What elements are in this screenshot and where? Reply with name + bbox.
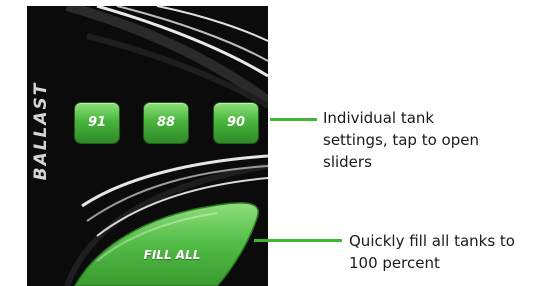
fill-callout-line-2: 100 percent <box>349 254 440 272</box>
fill-callout-leader <box>254 239 342 242</box>
annotated-screenshot: BALLAST 91 88 90 FILL ALL Individual tan… <box>0 0 538 286</box>
fill-all-callout: Quickly fill all tanks to 100 percent <box>349 230 538 274</box>
fill-all-label[interactable]: FILL ALL <box>127 246 217 264</box>
tank-callout-line-3: sliders <box>323 153 372 171</box>
tank-callout-leader <box>270 118 317 121</box>
tank-callout-line-1: Individual tank <box>323 109 435 127</box>
fill-all-button[interactable] <box>27 6 268 286</box>
ballast-control-panel: BALLAST 91 88 90 FILL ALL <box>27 6 268 286</box>
fill-callout-line-1: Quickly fill all tanks to <box>349 232 515 250</box>
tank-callout-line-2: settings, tap to open <box>323 131 479 149</box>
tank-settings-callout: Individual tank settings, tap to open sl… <box>323 107 533 173</box>
